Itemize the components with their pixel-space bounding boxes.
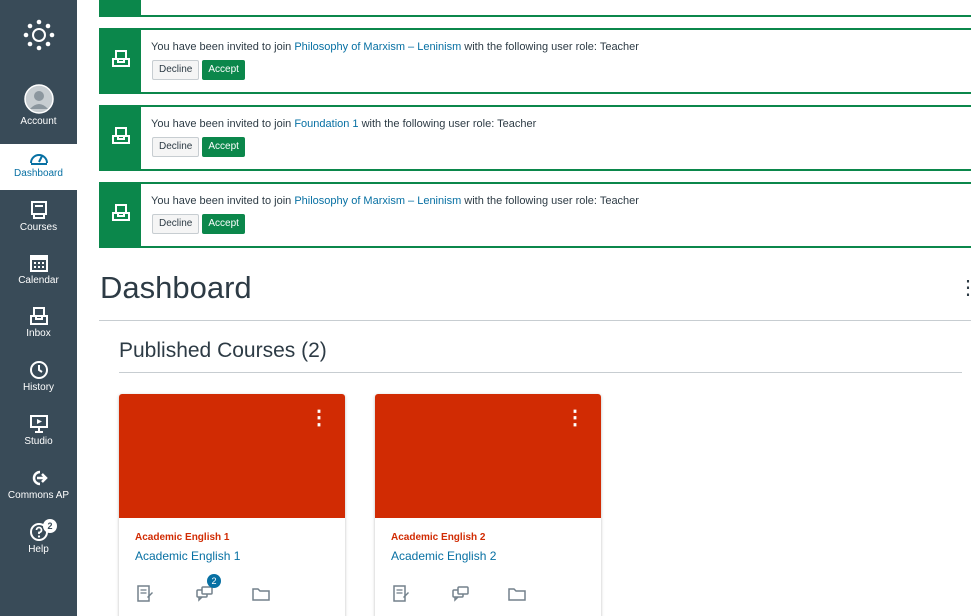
invitation-banner-partial — [99, 0, 971, 17]
nav-commons[interactable]: Commons AP — [0, 468, 77, 502]
nav-label: Studio — [24, 436, 53, 447]
inbox-icon — [112, 49, 130, 73]
nav-account[interactable]: Account — [0, 84, 77, 128]
published-courses-heading: Published Courses (2) — [119, 339, 327, 362]
dashboard-icon — [0, 150, 77, 166]
inbox-icon — [112, 126, 130, 150]
divider — [99, 320, 971, 321]
course-card-title-link[interactable]: Academic English 2 — [391, 549, 496, 563]
discussions-icon[interactable] — [451, 584, 471, 604]
invitation-message: You have been invited to join Philosophy… — [151, 195, 639, 207]
files-folder-icon[interactable] — [507, 584, 527, 604]
page-title: Dashboard — [100, 270, 252, 305]
course-card-code: Academic English 2 — [391, 532, 486, 543]
nav-label: History — [22, 382, 55, 393]
invitation-text: You have been invited to join — [151, 41, 295, 53]
nav-courses[interactable]: Courses — [0, 200, 77, 234]
invitation-course-link[interactable]: Foundation 1 — [294, 118, 358, 130]
nav-label: Courses — [19, 222, 58, 233]
canvas-logo-icon[interactable] — [0, 18, 77, 52]
global-nav: Account Dashboard Courses Calendar Inbox… — [0, 0, 77, 616]
course-card-actions — [391, 584, 531, 608]
invitation-course-link[interactable]: Philosophy of Marxism – Leninism — [294, 195, 461, 207]
inbox-icon — [112, 203, 130, 227]
nav-label: Help — [28, 544, 49, 555]
discussion-unread-badge: 2 — [207, 574, 221, 588]
course-card-options-kebab-icon[interactable]: ⋮ — [565, 408, 585, 428]
invitation-banner: You have been invited to join Philosophy… — [99, 182, 971, 248]
course-card-title-link[interactable]: Academic English 1 — [135, 549, 240, 563]
calendar-icon — [0, 253, 77, 273]
nav-label: Inbox — [26, 328, 51, 339]
invitation-banner: You have been invited to join Foundation… — [99, 105, 971, 171]
nav-label: Dashboard — [14, 168, 63, 179]
accept-button[interactable]: Accept — [202, 214, 245, 234]
banner-accent — [101, 30, 141, 92]
invitation-text: You have been invited to join — [151, 118, 295, 130]
course-card-actions: 2 — [135, 574, 275, 608]
nav-inbox[interactable]: Inbox — [0, 306, 77, 340]
divider — [119, 372, 962, 373]
history-icon — [0, 360, 77, 380]
course-card[interactable]: ⋮ Academic English 1 Academic English 1 … — [119, 394, 345, 616]
banner-accent — [101, 184, 141, 246]
course-card-code: Academic English 1 — [135, 532, 230, 543]
nav-calendar[interactable]: Calendar — [0, 253, 77, 287]
banner-accent — [101, 0, 141, 15]
invitation-role-text: with the following user role: Teacher — [358, 118, 537, 130]
course-card[interactable]: ⋮ Academic English 2 Academic English 2 — [375, 394, 601, 616]
nav-dashboard[interactable]: Dashboard — [0, 144, 77, 190]
assignments-icon[interactable] — [135, 584, 155, 604]
discussions-icon[interactable]: 2 — [195, 574, 221, 604]
help-badge: 2 — [43, 519, 57, 533]
invitation-role-text: with the following user role: Teacher — [461, 195, 639, 207]
invitation-message: You have been invited to join Philosophy… — [151, 41, 639, 53]
files-folder-icon[interactable] — [251, 584, 271, 604]
nav-help[interactable]: 2 Help — [0, 519, 77, 556]
courses-icon — [0, 200, 77, 220]
invitation-message: You have been invited to join Foundation… — [151, 118, 536, 130]
nav-label: Calendar — [18, 275, 59, 286]
invitation-course-link[interactable]: Philosophy of Marxism – Leninism — [294, 41, 461, 53]
studio-icon — [0, 414, 77, 434]
invitation-role-text: with the following user role: Teacher — [461, 41, 639, 53]
banner-accent — [101, 107, 141, 169]
accept-button[interactable]: Accept — [202, 60, 245, 80]
decline-button[interactable]: Decline — [152, 60, 200, 80]
nav-studio[interactable]: Studio — [0, 414, 77, 448]
assignments-icon[interactable] — [391, 584, 411, 604]
commons-icon — [0, 468, 77, 488]
inbox-icon — [0, 306, 77, 326]
dashboard-options-kebab-icon[interactable]: ⋮ — [958, 276, 971, 300]
nav-label: Account — [20, 116, 57, 127]
help-icon — [0, 522, 77, 542]
course-card-options-kebab-icon[interactable]: ⋮ — [309, 408, 329, 428]
invitation-text: You have been invited to join — [151, 195, 295, 207]
decline-button[interactable]: Decline — [152, 137, 200, 157]
nav-label: Commons AP — [7, 490, 70, 501]
invitation-banner: You have been invited to join Philosophy… — [99, 28, 971, 94]
accept-button[interactable]: Accept — [202, 137, 245, 157]
account-icon — [0, 84, 77, 114]
decline-button[interactable]: Decline — [152, 214, 200, 234]
nav-history[interactable]: History — [0, 360, 77, 394]
